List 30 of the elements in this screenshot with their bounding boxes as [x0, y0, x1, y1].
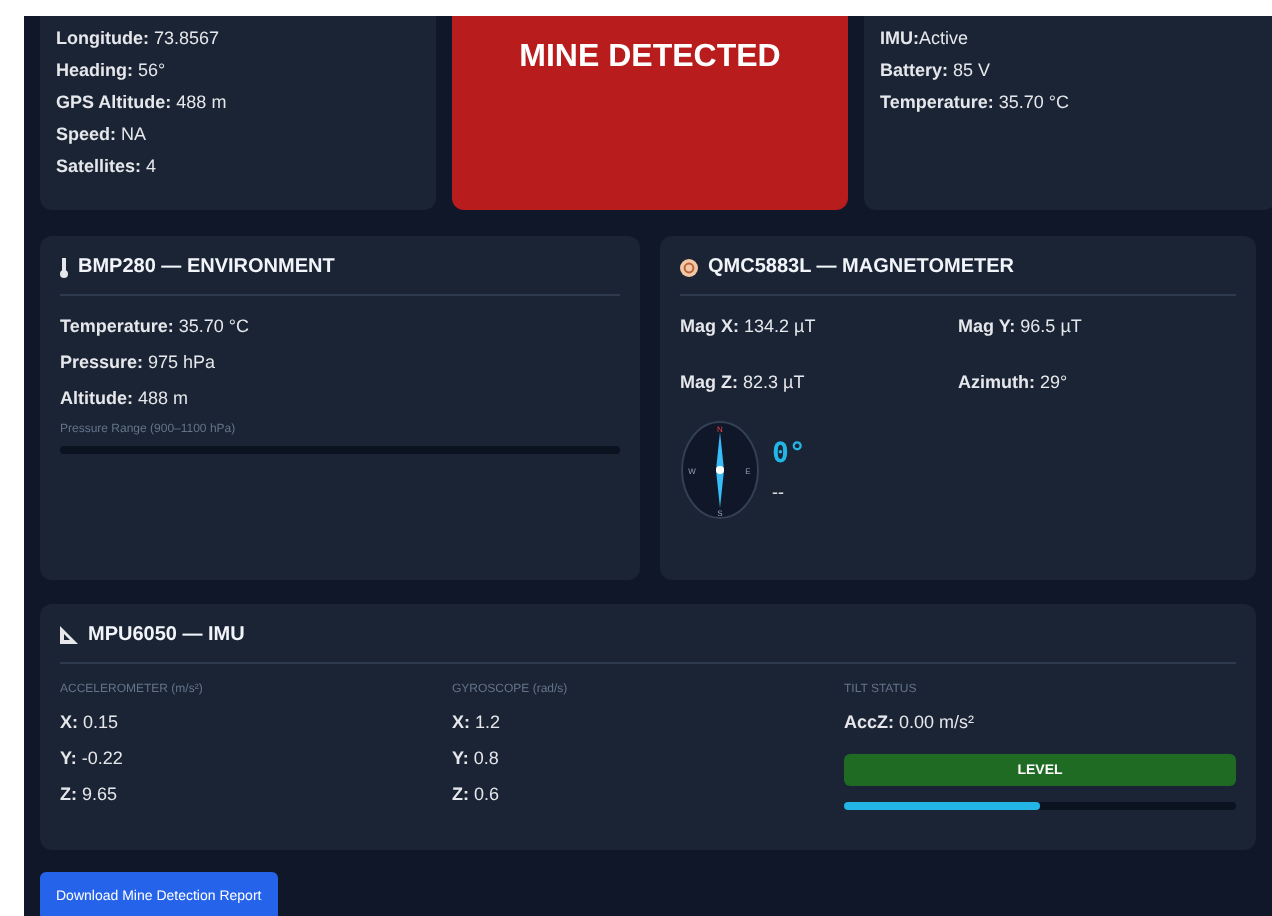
reading-text: Mag X: 134.2 µT — [680, 316, 818, 336]
reading-text: X: 0.15 — [60, 712, 121, 732]
reading-text: Temperature: 35.70 °C — [60, 316, 251, 336]
reading-text: Altitude: 488 m — [60, 388, 191, 408]
reading-text: Heading: 56° — [56, 60, 168, 80]
reading-text: Mag Z: 82.3 µT — [680, 372, 807, 392]
reading-text: Battery: 85 V — [880, 60, 993, 80]
reading-text: Speed: NA — [56, 124, 149, 144]
panel-title: MPU6050 — IMU — [88, 624, 245, 646]
reading-text: Satellites: 4 — [56, 156, 159, 176]
reading-text: Y: 0.8 — [452, 748, 501, 768]
panel-title: BMP280 — ENVIRONMENT — [78, 256, 335, 278]
reading-text: X: 1.2 — [452, 712, 503, 732]
reading-text: Temperature: 35.70 °C — [880, 92, 1071, 112]
reading-text: Azimuth: 29° — [958, 372, 1070, 392]
alert-title: MINE DETECTED — [519, 40, 781, 78]
reading-text: GPS Altitude: 488 m — [56, 92, 229, 112]
reading-text: IMU:Active — [880, 28, 971, 48]
thermometer-icon — [60, 257, 68, 277]
magnet-icon — [680, 257, 698, 277]
direction-value: -- — [772, 482, 786, 502]
reading-text: AccZ: 0.00 m/s² — [844, 712, 977, 732]
reading-text: Pressure: 975 hPa — [60, 352, 218, 372]
heading-value: 0° — [772, 438, 806, 470]
reading-text: Mag Y: 96.5 µT — [958, 316, 1084, 336]
reading-text: Y: -0.22 — [60, 748, 125, 768]
panel-title: QMC5883L — MAGNETOMETER — [708, 256, 1014, 278]
reading-text: Longitude: 73.8567 — [56, 28, 222, 48]
reading-text: Z: 0.6 — [452, 784, 502, 804]
reading-text: Z: 9.65 — [60, 784, 120, 804]
